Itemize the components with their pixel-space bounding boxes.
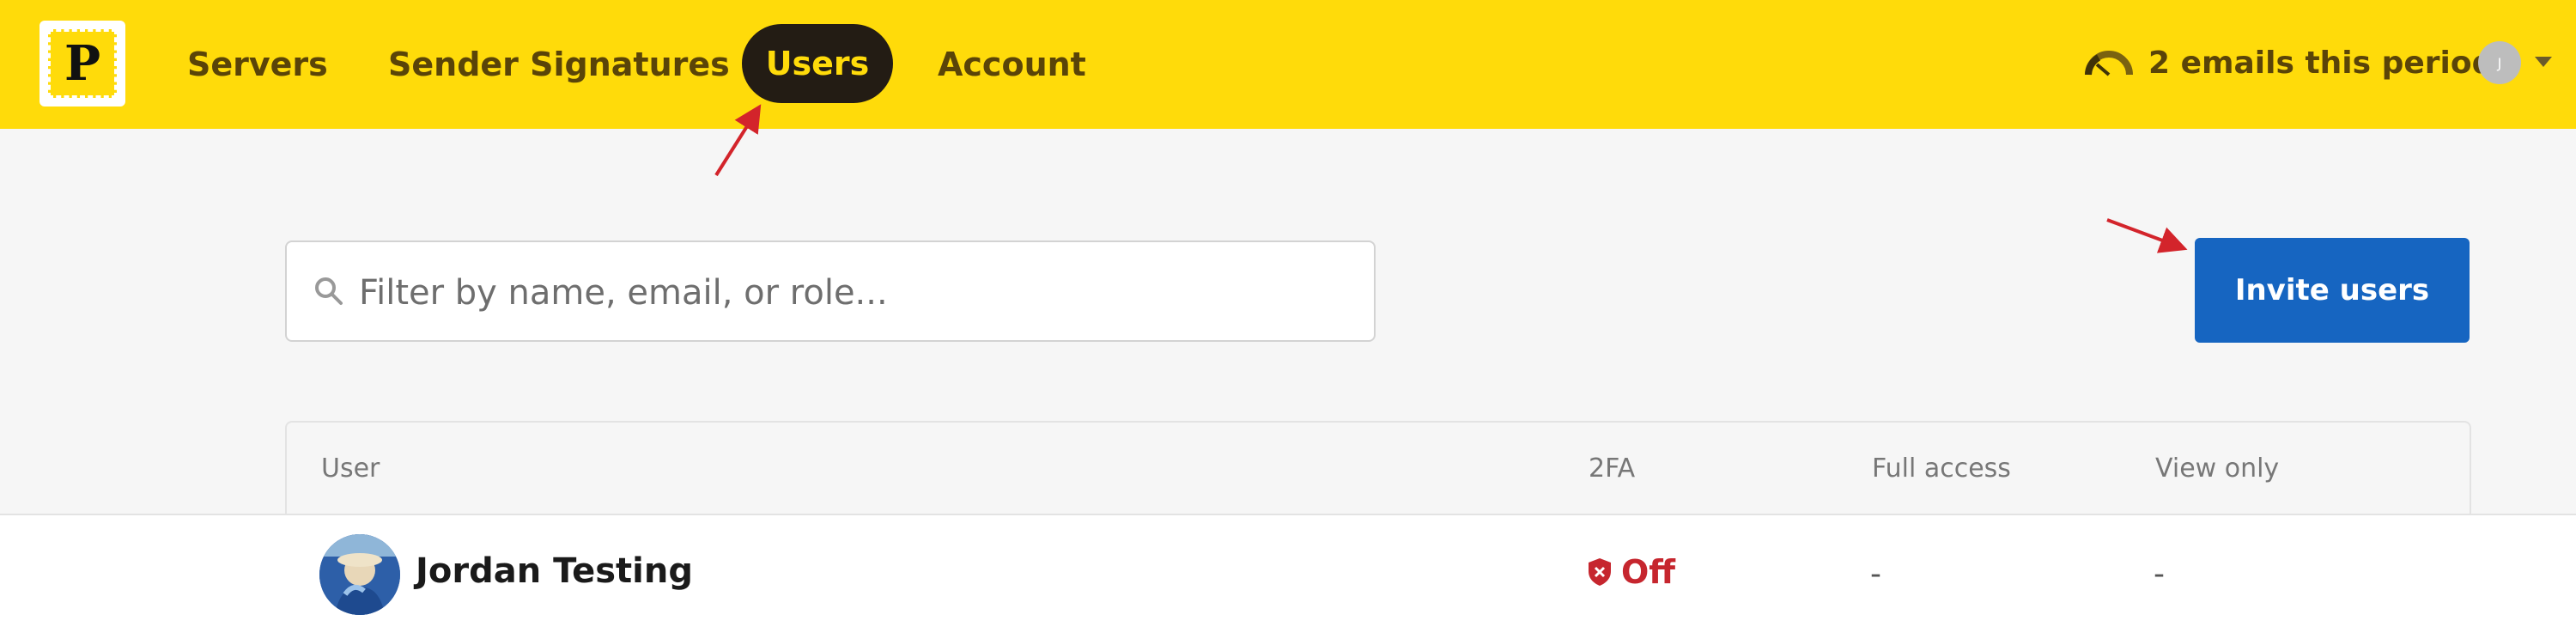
table-row[interactable]: Jordan Testing Off - - [285,515,2471,637]
view-only-value: - [2154,557,2165,592]
arrow-to-users-tab [714,104,762,177]
shield-x-icon [1589,558,1611,586]
user-name[interactable]: Jordan Testing [416,551,693,591]
column-header-full-access[interactable]: Full access [1872,453,2011,484]
full-access-value: - [1870,557,1881,592]
avatar [319,534,400,615]
column-header-user[interactable]: User [321,453,380,484]
filter-search-box[interactable] [285,240,1376,342]
column-header-2fa[interactable]: 2FA [1589,453,1635,484]
twofa-status-text: Off [1621,553,1676,591]
arrow-to-invite-button [2106,218,2188,253]
search-input[interactable] [357,259,1357,326]
search-icon [315,277,343,305]
users-table-header: User 2FA Full access View only [285,421,2471,515]
column-header-view-only[interactable]: View only [2155,453,2279,484]
invite-users-button[interactable]: Invite users [2195,238,2470,343]
twofa-status: Off [1587,553,1675,591]
